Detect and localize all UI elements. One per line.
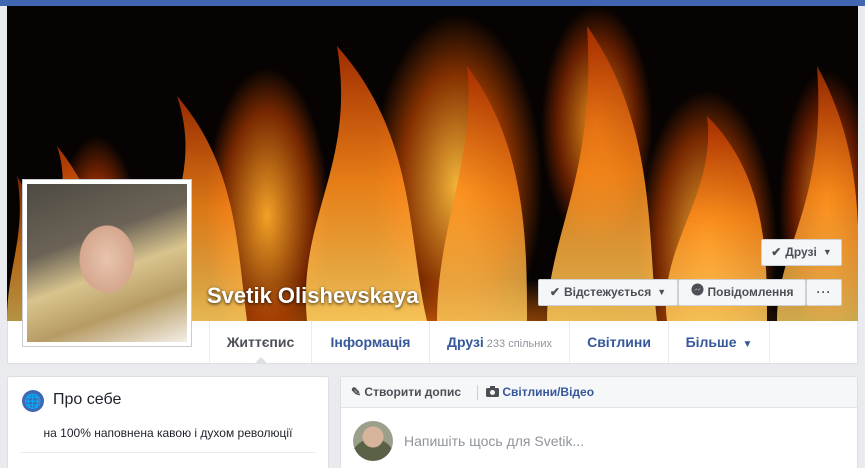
pencil-icon: ✎ bbox=[351, 385, 362, 399]
tab-timeline[interactable]: Життєпис bbox=[209, 321, 312, 364]
intro-card: 🌐 Про себе на 100% наповнена кавою і дух… bbox=[7, 376, 329, 468]
create-post-label: Створити допис bbox=[364, 385, 462, 399]
messenger-icon bbox=[691, 280, 704, 305]
friends-button[interactable]: ✔ Друзі ▼ bbox=[761, 239, 842, 266]
divider bbox=[477, 385, 478, 400]
chevron-down-icon: ▼ bbox=[822, 247, 832, 257]
post-composer: ✎ Створити допис Світлини/Відео Напишіть… bbox=[340, 376, 858, 468]
check-icon: ✔ bbox=[771, 245, 782, 259]
friends-button-label: Друзі bbox=[785, 245, 817, 259]
tab-more-label: Більше bbox=[685, 334, 737, 350]
tab-about-label: Інформація bbox=[330, 334, 411, 350]
intro-title: Про себе bbox=[53, 391, 122, 408]
intro-bio: на 100% наповнена кавою і духом революці… bbox=[43, 426, 293, 440]
message-button[interactable]: Повідомлення bbox=[678, 279, 806, 306]
avatar bbox=[353, 421, 393, 461]
tab-timeline-label: Життєпис bbox=[226, 334, 295, 350]
camera-icon bbox=[486, 385, 502, 399]
message-button-label: Повідомлення bbox=[707, 285, 794, 299]
tab-photos[interactable]: Світлини bbox=[570, 321, 669, 363]
chevron-down-icon: ▼ bbox=[742, 339, 753, 350]
check-icon: ✔ bbox=[549, 285, 560, 299]
divider bbox=[20, 452, 316, 453]
tab-more[interactable]: Більше ▼ bbox=[669, 321, 770, 363]
tab-friends-label: Друзі bbox=[447, 334, 484, 350]
tab-about[interactable]: Інформація bbox=[312, 321, 430, 363]
tab-photos-label: Світлини bbox=[587, 334, 651, 350]
chevron-down-icon: ▼ bbox=[657, 287, 667, 297]
following-button-label: Відстежується bbox=[563, 285, 652, 299]
profile-name[interactable]: Svetik Olishevskaya bbox=[207, 283, 419, 309]
tab-friends[interactable]: Друзі 233 спільних bbox=[430, 321, 570, 363]
post-input[interactable]: Напишіть щось для Svetik... bbox=[404, 433, 584, 449]
composer-header: ✎ Створити допис Світлини/Відео bbox=[341, 377, 857, 408]
profile-photo-image bbox=[27, 184, 187, 342]
photo-video-label: Світлини/Відео bbox=[502, 385, 595, 399]
photo-video-tab[interactable]: Світлини/Відео bbox=[486, 377, 594, 408]
following-button[interactable]: ✔ Відстежується ▼ bbox=[538, 279, 678, 306]
mutual-friends-count: 233 спільних bbox=[486, 338, 552, 350]
globe-icon: 🌐 bbox=[22, 390, 44, 412]
create-post-tab[interactable]: ✎ Створити допис bbox=[351, 377, 461, 408]
more-options-label: ··· bbox=[816, 285, 832, 299]
profile-picture[interactable] bbox=[22, 179, 192, 347]
more-options-button[interactable]: ··· bbox=[806, 279, 842, 306]
